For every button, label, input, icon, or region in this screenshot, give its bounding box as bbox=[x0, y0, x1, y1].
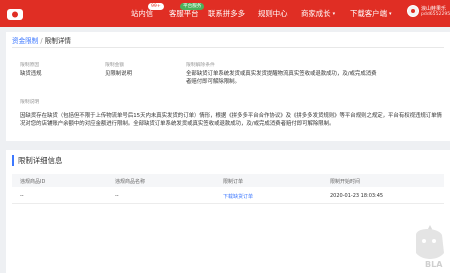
nav-merchant-growth-label: 商家成长 bbox=[301, 9, 331, 18]
chevron-down-icon: ▾ bbox=[388, 10, 392, 17]
column-header-start-time: 限制开始时间 bbox=[330, 179, 361, 185]
nav-rules-center-label: 规则中心 bbox=[258, 9, 288, 18]
restriction-reason-value: 缺货违规 bbox=[20, 71, 42, 77]
breadcrumb: 资金限制 / 限制详情 bbox=[12, 35, 71, 45]
column-header-goods-name: 违规商品名称 bbox=[115, 179, 146, 185]
page-title: 限制详情 bbox=[44, 37, 71, 45]
pinduoduo-logo-icon[interactable] bbox=[0, 0, 30, 27]
table-header: 违规商品ID 违规商品名称 限制订单 限制开始时间 bbox=[12, 174, 444, 187]
breadcrumb-fund-restriction-link[interactable]: 资金限制 bbox=[12, 37, 38, 45]
column-header-order: 限制订单 bbox=[223, 179, 244, 185]
restriction-detail-panel: 资金限制 / 限制详情 限制原因 缺货违规 限制金额 见限制说明 限制解除条件 全部… bbox=[6, 32, 450, 141]
restriction-reason-label: 限制原因 bbox=[20, 63, 40, 68]
release-condition-label: 限制解除条件 bbox=[186, 63, 215, 68]
goods-name-cell: -- bbox=[115, 193, 119, 199]
goods-id-cell: -- bbox=[20, 193, 24, 199]
messages-count-badge: 99+ bbox=[148, 3, 164, 10]
user-name[interactable]: 浪山鲑果乐 bbox=[421, 5, 446, 12]
nav-download-client-label: 下载客户端 bbox=[350, 9, 387, 18]
nav-contact-pdd[interactable]: 联系拼多多 bbox=[208, 0, 245, 27]
column-header-goods-id: 违规商品ID bbox=[20, 179, 46, 185]
watermark-text: BLA bbox=[425, 260, 443, 269]
download-shortage-orders-link[interactable]: 下载缺货订单 bbox=[223, 193, 253, 200]
restriction-info-panel: 限制详细信息 违规商品ID 违规商品名称 限制订单 限制开始时间 -- -- 下… bbox=[6, 150, 450, 273]
restriction-description-value: 因缺货存在缺货（包括但不限于上传物流单号后15天内未真实发货的订单）情形，根据《… bbox=[20, 113, 442, 127]
restriction-amount-label: 限制金额 bbox=[105, 63, 125, 68]
nav-merchant-growth[interactable]: 商家成长 ▾ bbox=[301, 0, 335, 27]
nav-download-client[interactable]: 下载客户端 ▾ bbox=[350, 0, 391, 27]
start-time-cell: 2020-01-23 18:03:45 bbox=[330, 193, 384, 199]
avatar[interactable] bbox=[407, 5, 419, 17]
restriction-amount-value: 见限制说明 bbox=[105, 71, 132, 77]
breadcrumb-separator: / bbox=[40, 37, 43, 45]
chevron-down-icon: ▾ bbox=[332, 10, 336, 17]
section-title: 限制详细信息 bbox=[12, 155, 62, 166]
table-row: -- -- 下载缺货订单 2020-01-23 18:03:45 bbox=[12, 187, 444, 204]
nav-contact-pdd-label: 联系拼多多 bbox=[208, 9, 245, 18]
platform-service-badge: 平台服务 bbox=[180, 3, 205, 10]
release-condition-value: 全部缺货订单系统发货或真实发货提醒物流真实签收或退款成功，及/或完成消费者赔付即… bbox=[186, 71, 377, 85]
nav-rules-center[interactable]: 规则中心 bbox=[258, 0, 288, 27]
restriction-description-label: 限制说明 bbox=[20, 100, 40, 105]
divider bbox=[12, 47, 444, 48]
user-id: pdd65522950 bbox=[421, 12, 450, 17]
